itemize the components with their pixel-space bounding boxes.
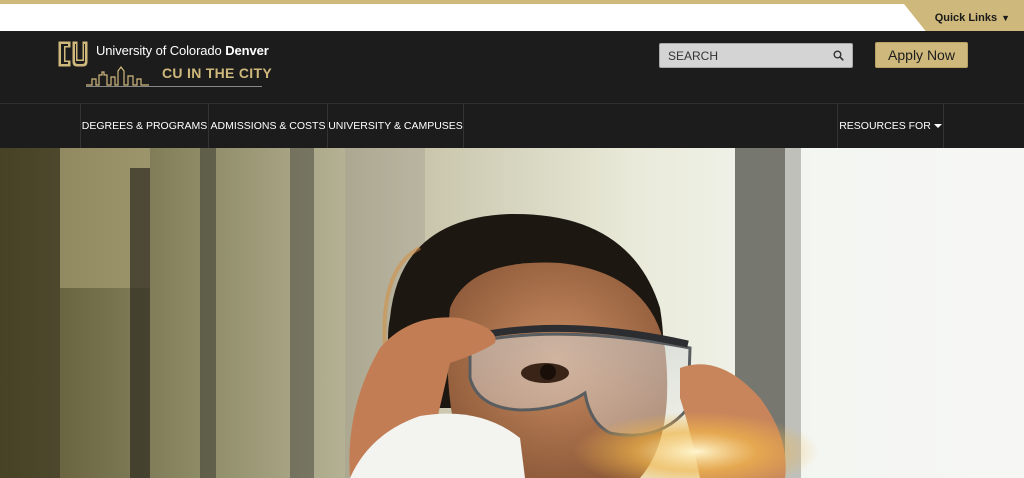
university-name: University of Colorado Denver <box>96 43 269 58</box>
nav-item-resources-for[interactable]: RESOURCES FOR <box>837 104 944 148</box>
caret-down-icon <box>933 124 942 129</box>
quick-links-button[interactable]: Quick Links ▼ <box>904 4 1024 31</box>
apply-now-button[interactable]: Apply Now <box>875 42 968 68</box>
main-nav: DEGREES & PROGRAMS ADMISSIONS & COSTS UN… <box>0 103 1024 148</box>
cu-logo-icon <box>57 40 89 68</box>
search-box <box>659 43 853 68</box>
nav-item-degrees-programs[interactable]: DEGREES & PROGRAMS <box>80 104 208 148</box>
university-logo[interactable]: University of Colorado Denver CU IN THE … <box>56 39 276 91</box>
caret-down-icon: ▼ <box>1001 12 1010 23</box>
utility-bar: Quick Links ▼ <box>0 0 1024 31</box>
site-header: University of Colorado Denver CU IN THE … <box>0 31 1024 103</box>
hero-image <box>0 148 1024 478</box>
search-icon[interactable] <box>833 50 844 61</box>
hero-photo-student-safety-glasses <box>0 148 1024 478</box>
nav-item-university-campuses[interactable]: UNIVERSITY & CAMPUSES <box>327 104 464 148</box>
nav-item-admissions-costs[interactable]: ADMISSIONS & COSTS <box>208 104 327 148</box>
university-name-prefix: University of Colorado <box>96 43 226 58</box>
resources-for-label: RESOURCES FOR <box>839 120 931 132</box>
search-input[interactable] <box>660 44 830 67</box>
tagline: CU IN THE CITY <box>162 65 272 81</box>
logo-divider <box>86 86 262 87</box>
city-skyline-icon <box>86 66 149 86</box>
quick-links-label: Quick Links <box>934 11 998 24</box>
university-name-campus: Denver <box>225 43 269 58</box>
